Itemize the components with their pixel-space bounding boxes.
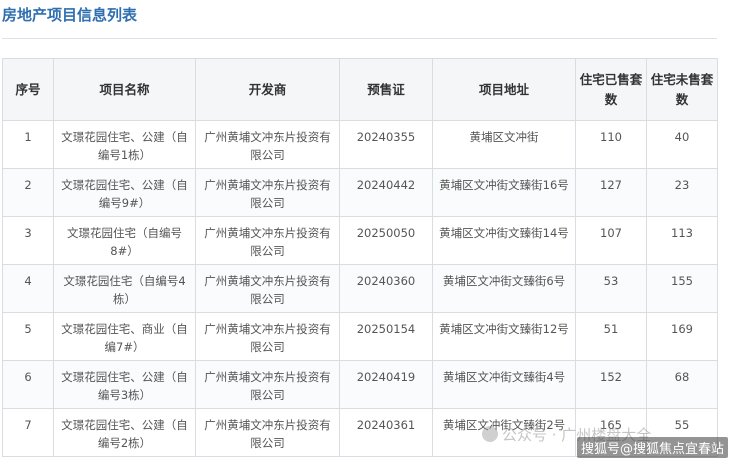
cell-index: 7 — [2, 408, 54, 457]
cell-unsold-units: 169 — [646, 312, 718, 361]
cell-project-name: 文璟花园住宅、公建（自编号9#） — [53, 168, 196, 217]
cell-sold-units: 152 — [575, 360, 647, 409]
header-sold-units: 住宅已售套数 — [575, 58, 647, 121]
table-row: 6 文璟花园住宅、公建（自编号3栋） 广州黄埔文冲东片投资有限公司 20240419 黄… — [2, 360, 718, 409]
header-project-name: 项目名称 — [53, 58, 196, 121]
cell-index: 4 — [2, 264, 54, 313]
project-table: 序号 项目名称 开发商 预售证 项目地址 住宅已售套数 住宅未售套数 1 文璟花园… — [2, 58, 718, 457]
header-index: 序号 — [2, 58, 54, 121]
cell-index: 5 — [2, 312, 54, 361]
cell-developer: 广州黄埔文冲东片投资有限公司 — [195, 120, 340, 169]
cell-address: 黄埔区文冲街文臻街16号 — [432, 168, 576, 217]
cell-project-name: 文璟花园住宅、公建（自编号1栋） — [53, 120, 196, 169]
source-label: 搜狐号@搜狐焦点宜春站 — [576, 437, 728, 458]
cell-address: 黄埔区文冲街文臻街14号 — [432, 216, 576, 265]
cell-index: 6 — [2, 360, 54, 409]
cell-project-name: 文璟花园住宅（自编号4栋） — [53, 264, 196, 313]
cell-developer: 广州黄埔文冲东片投资有限公司 — [195, 360, 340, 409]
cell-project-name: 文璟花园住宅、商业（自编7#） — [53, 312, 196, 361]
cell-index: 1 — [2, 120, 54, 169]
cell-project-name: 文璟花园住宅、公建（自编号3栋） — [53, 360, 196, 409]
cell-index: 3 — [2, 216, 54, 265]
cell-developer: 广州黄埔文冲东片投资有限公司 — [195, 216, 340, 265]
cell-project-name: 文璟花园住宅（自编号8#） — [53, 216, 196, 265]
cell-unsold-units: 113 — [646, 216, 718, 265]
table-row: 1 文璟花园住宅、公建（自编号1栋） 广州黄埔文冲东片投资有限公司 20240355 黄… — [2, 120, 718, 169]
cell-presale-permit: 20240360 — [339, 264, 433, 313]
cell-presale-permit: 20250154 — [339, 312, 433, 361]
cell-developer: 广州黄埔文冲东片投资有限公司 — [195, 312, 340, 361]
cell-unsold-units: 155 — [646, 264, 718, 313]
cell-developer: 广州黄埔文冲东片投资有限公司 — [195, 408, 340, 457]
cell-presale-permit: 20240355 — [339, 120, 433, 169]
cell-unsold-units: 68 — [646, 360, 718, 409]
cell-address: 黄埔区文冲街文臻街12号 — [432, 312, 576, 361]
cell-presale-permit: 20250050 — [339, 216, 433, 265]
cell-presale-permit: 20240361 — [339, 408, 433, 457]
cell-address: 黄埔区文冲街文臻街6号 — [432, 264, 576, 313]
cell-address: 黄埔区文冲街文臻街4号 — [432, 360, 576, 409]
cell-presale-permit: 20240419 — [339, 360, 433, 409]
cell-sold-units: 110 — [575, 120, 647, 169]
table-row: 2 文璟花园住宅、公建（自编号9#） 广州黄埔文冲东片投资有限公司 20240442 黄… — [2, 168, 718, 217]
header-address: 项目地址 — [432, 58, 576, 121]
table-header-row: 序号 项目名称 开发商 预售证 项目地址 住宅已售套数 住宅未售套数 — [2, 58, 718, 121]
header-unsold-units: 住宅未售套数 — [646, 58, 718, 121]
cell-index: 2 — [2, 168, 54, 217]
cell-unsold-units: 23 — [646, 168, 718, 217]
page-title: 房地产项目信息列表 — [2, 6, 138, 24]
cell-sold-units: 107 — [575, 216, 647, 265]
cell-developer: 广州黄埔文冲东片投资有限公司 — [195, 168, 340, 217]
cell-developer: 广州黄埔文冲东片投资有限公司 — [195, 264, 340, 313]
header-presale-permit: 预售证 — [339, 58, 433, 121]
cell-presale-permit: 20240442 — [339, 168, 433, 217]
table-row: 3 文璟花园住宅（自编号8#） 广州黄埔文冲东片投资有限公司 20250050 黄埔区文… — [2, 216, 718, 265]
title-divider — [2, 38, 717, 39]
table-row: 4 文璟花园住宅（自编号4栋） 广州黄埔文冲东片投资有限公司 20240360 黄埔区文… — [2, 264, 718, 313]
cell-sold-units: 127 — [575, 168, 647, 217]
cell-sold-units: 51 — [575, 312, 647, 361]
cell-project-name: 文璟花园住宅、公建（自编号2栋） — [53, 408, 196, 457]
cell-address: 黄埔区文冲街 — [432, 120, 576, 169]
cell-unsold-units: 40 — [646, 120, 718, 169]
wechat-icon — [482, 426, 498, 442]
header-developer: 开发商 — [195, 58, 340, 121]
table-row: 5 文璟花园住宅、商业（自编7#） 广州黄埔文冲东片投资有限公司 20250154 黄埔… — [2, 312, 718, 361]
cell-sold-units: 53 — [575, 264, 647, 313]
